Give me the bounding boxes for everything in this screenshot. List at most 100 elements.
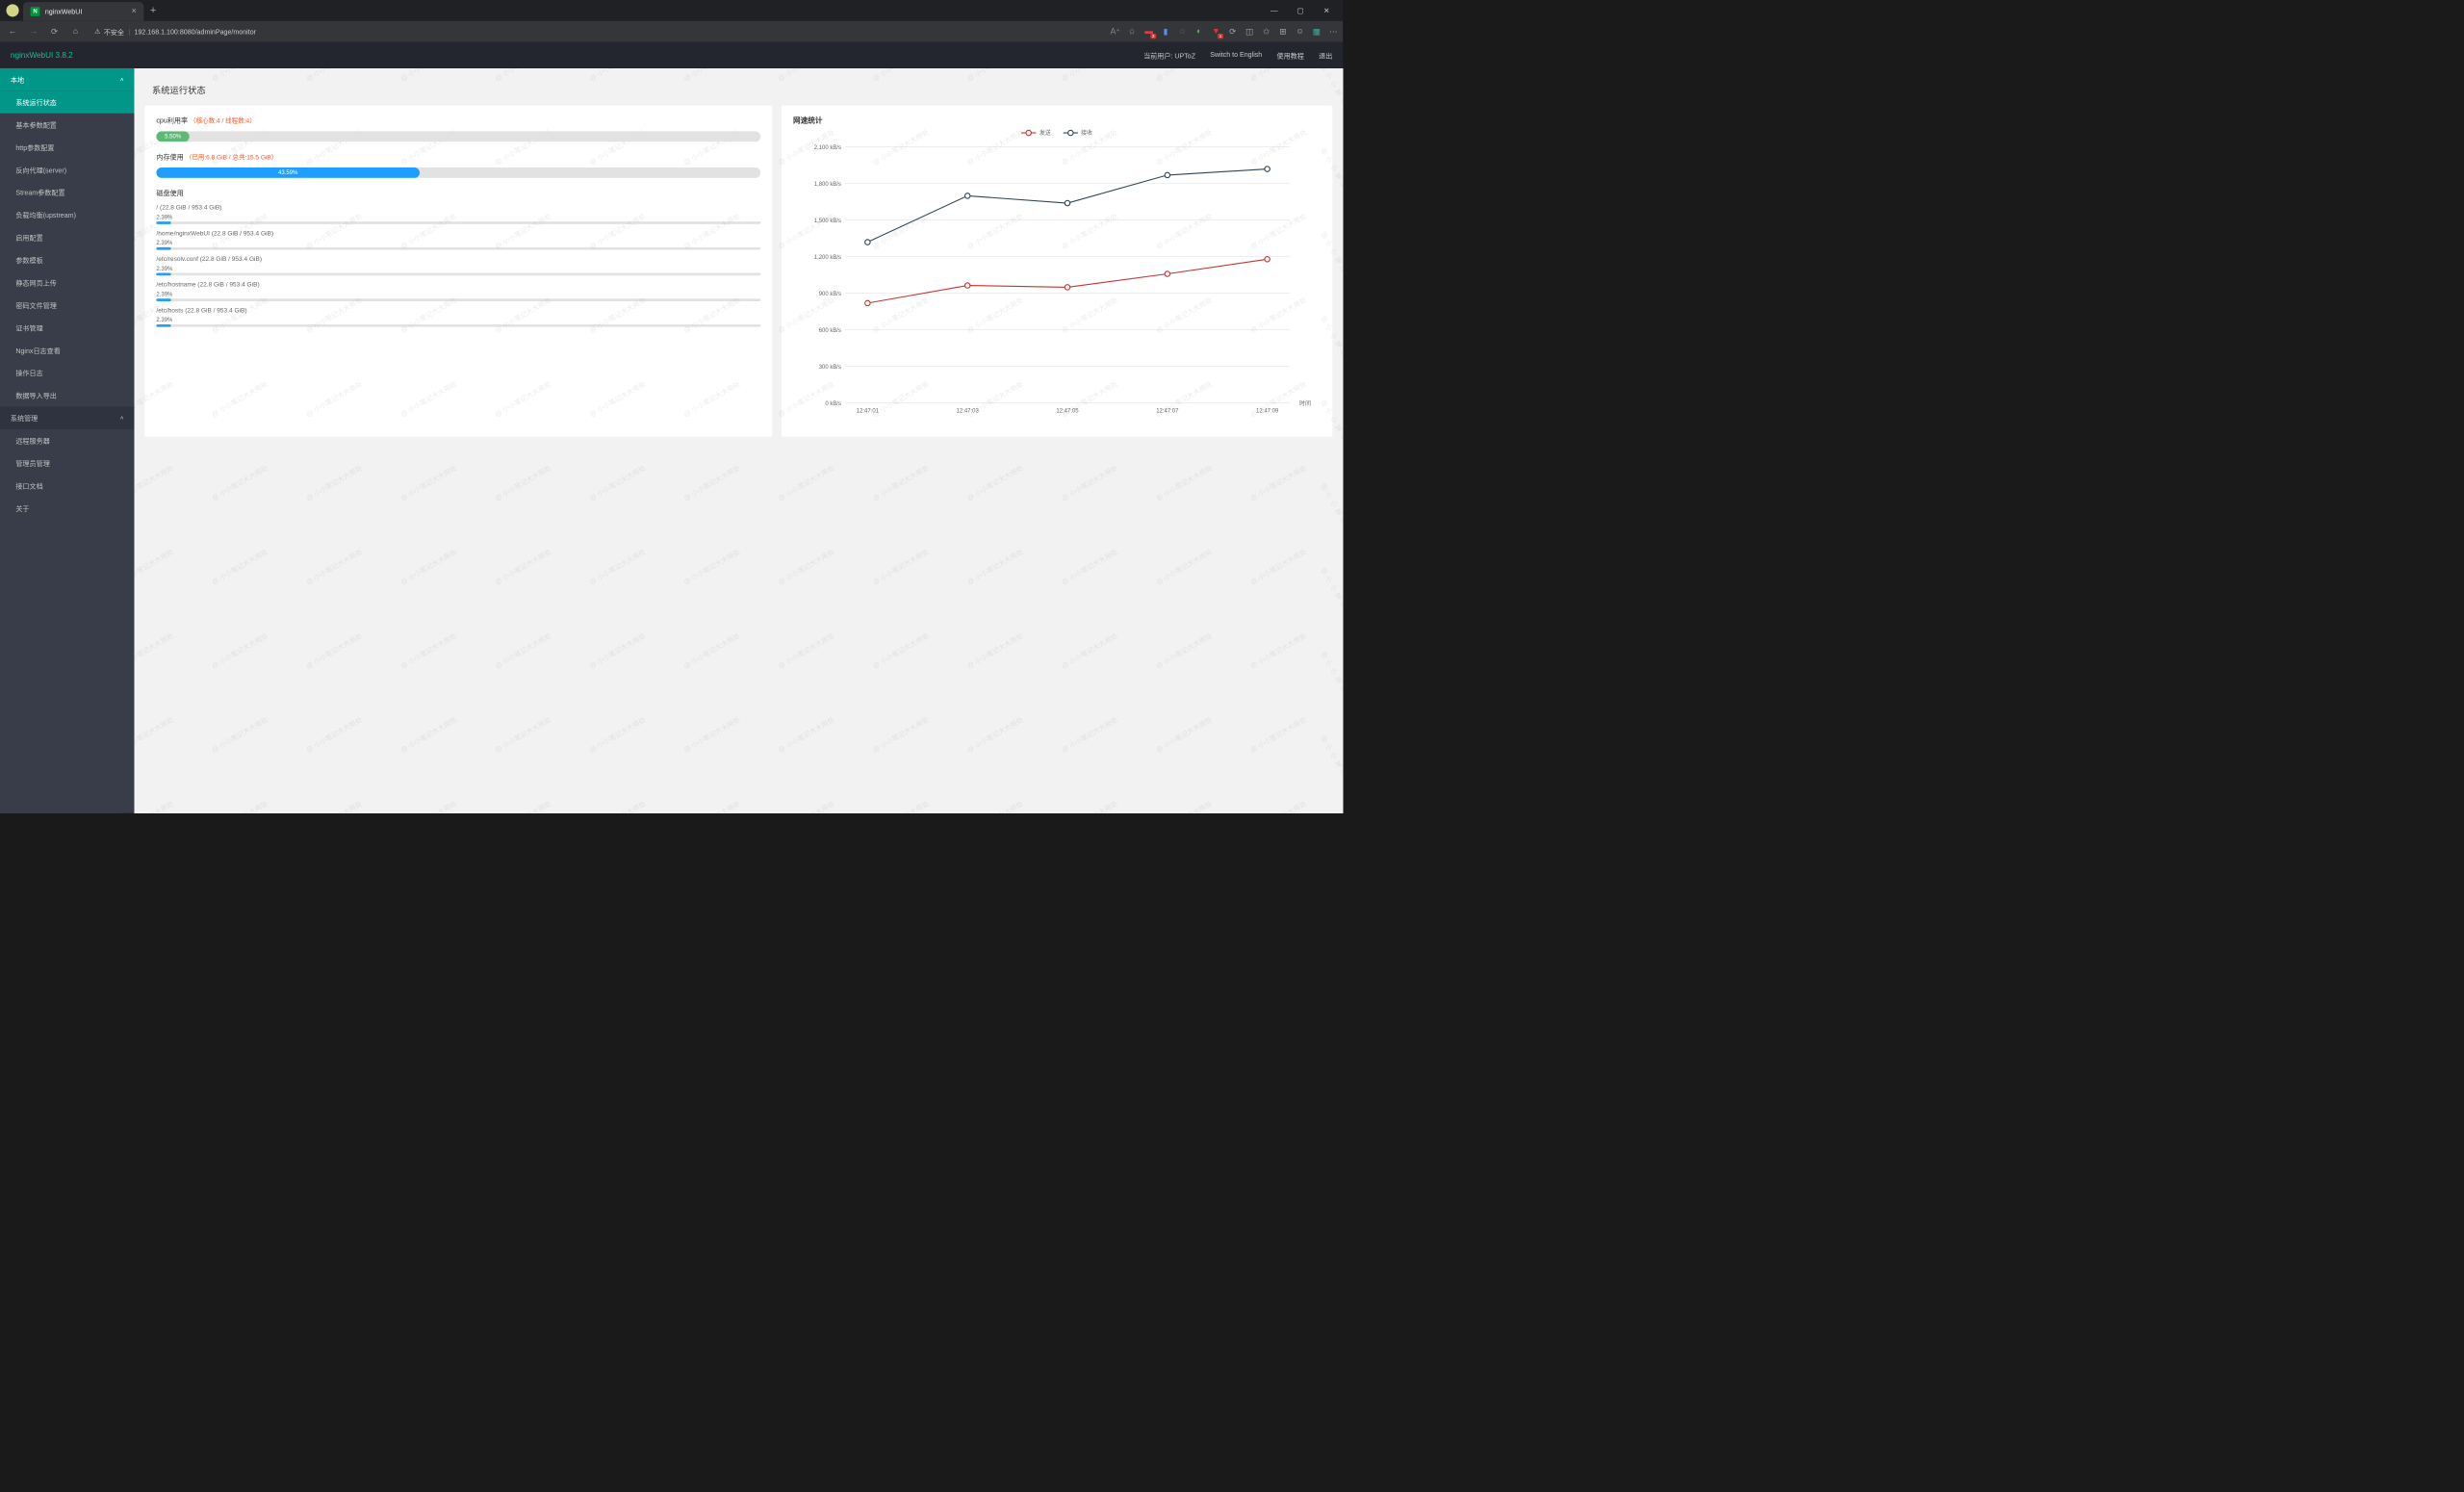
- browser-tab[interactable]: N nginxWebUI ×: [23, 2, 143, 21]
- maximize-button[interactable]: ▢: [1289, 2, 1313, 18]
- sidebar-item[interactable]: 静态网页上传: [0, 271, 135, 294]
- svg-text:2,100 kB/s: 2,100 kB/s: [814, 145, 841, 151]
- system-stats-card: cpu利用率 （核心数:4 / 线程数:4） 5.50% 内存使用 （已用:6.…: [144, 106, 772, 437]
- svg-text:12:47:09: 12:47:09: [1256, 408, 1279, 414]
- url-box[interactable]: ⚠ 不安全 | 192.168.1.100:8080/adminPage/mon…: [89, 24, 1100, 39]
- ext6-icon[interactable]: ⟳: [1227, 26, 1238, 37]
- url-separator: |: [128, 28, 130, 36]
- disk-bar: [156, 324, 760, 327]
- ext7-icon[interactable]: ▦: [1312, 26, 1322, 37]
- sidebar-item[interactable]: 负载均衡(upstream): [0, 203, 135, 225]
- url-text: 192.168.1.100:8080/adminPage/monitor: [135, 28, 256, 36]
- forward-button[interactable]: →: [25, 23, 41, 39]
- disk-item: /etc/hostname (22.8 GiB / 953.4 GiB) 2.3…: [156, 281, 760, 301]
- svg-text:12:47:01: 12:47:01: [857, 408, 880, 414]
- switch-language[interactable]: Switch to English: [1210, 50, 1262, 60]
- disk-bar: [156, 247, 760, 250]
- cpu-pct-text: 5.50%: [165, 133, 181, 140]
- sidebar-item[interactable]: 反向代理(server): [0, 159, 135, 181]
- sidebar: 本地 ˄ 系统运行状态基本参数配置http参数配置反向代理(server)Str…: [0, 68, 135, 813]
- disk-bar: [156, 221, 760, 224]
- refresh-button[interactable]: ⟳: [46, 23, 63, 39]
- disk-item: / (22.8 GiB / 953.4 GiB) 2.39%: [156, 203, 760, 223]
- current-user[interactable]: 当前用户: UPToZ: [1143, 50, 1195, 60]
- chevron-up-icon: ˄: [120, 414, 124, 422]
- ext2-icon[interactable]: ▮: [1161, 26, 1171, 37]
- mem-progress-bar: 43.59%: [156, 167, 760, 178]
- cpu-progress-fill: 5.50%: [156, 131, 190, 141]
- disk-item: /home/nginxWebUI (22.8 GiB / 953.4 GiB) …: [156, 229, 760, 249]
- sidebar-group-system-label: 系统管理: [11, 413, 38, 423]
- legend-send[interactable]: 发送: [1021, 129, 1051, 138]
- ext3-icon[interactable]: ◌: [1177, 26, 1188, 37]
- sidebar-item[interactable]: 系统运行状态: [0, 90, 135, 113]
- disk-pct: 2.39%: [156, 266, 760, 272]
- sidebar-group-system[interactable]: 系统管理 ˄: [0, 406, 135, 428]
- tutorial-link[interactable]: 使用教程: [1277, 50, 1304, 60]
- sidebar-item[interactable]: 管理员管理: [0, 451, 135, 474]
- reader-icon[interactable]: A⁺: [1110, 26, 1120, 37]
- favorites-icon[interactable]: ✩: [1261, 26, 1271, 37]
- favicon-icon: N: [31, 7, 40, 16]
- sidebar-item[interactable]: 密码文件管理: [0, 294, 135, 316]
- security-warning: ⚠ 不安全: [94, 27, 124, 37]
- star-icon[interactable]: ☆: [1127, 26, 1138, 37]
- cpu-label-text: cpu利用率: [156, 116, 188, 124]
- mem-pct-text: 43.59%: [278, 169, 297, 176]
- sidebar-item[interactable]: Stream参数配置: [0, 181, 135, 203]
- page-title: 系统运行状态: [144, 79, 1332, 106]
- warning-icon: ⚠: [94, 27, 100, 36]
- cards-row: cpu利用率 （核心数:4 / 线程数:4） 5.50% 内存使用 （已用:6.…: [144, 106, 1332, 437]
- sidebar-item[interactable]: 接口文档: [0, 475, 135, 497]
- sidebar-item[interactable]: http参数配置: [0, 136, 135, 158]
- mem-progress-fill: 43.59%: [156, 167, 420, 178]
- home-button[interactable]: ⌂: [67, 23, 84, 39]
- profile-icon[interactable]: ☺: [1295, 26, 1305, 37]
- ext1-icon[interactable]: ▬3: [1143, 26, 1154, 37]
- cpu-metric: cpu利用率 （核心数:4 / 线程数:4） 5.50%: [156, 115, 760, 141]
- sidebar-item[interactable]: 操作日志: [0, 362, 135, 384]
- sidebar-item[interactable]: Nginx日志查看: [0, 339, 135, 361]
- sidebar-group-local[interactable]: 本地 ˄: [0, 68, 135, 90]
- legend-recv[interactable]: 接收: [1063, 129, 1092, 138]
- sidebar-item[interactable]: 基本参数配置: [0, 114, 135, 136]
- network-chart-card: 网速统计 发送 接收 0 kB/s300 kB/s600 kB/s900 kB/…: [782, 106, 1332, 437]
- disk-list: / (22.8 GiB / 953.4 GiB) 2.39% /home/ngi…: [156, 203, 760, 326]
- logout-link[interactable]: 退出: [1319, 50, 1332, 60]
- cpu-progress-bar: 5.50%: [156, 131, 760, 141]
- app-header: nginxWebUI 3.8.2 当前用户: UPToZ Switch to E…: [0, 42, 1343, 68]
- chart-legend: 发送 接收: [793, 129, 1321, 138]
- extension-icons: A⁺ ☆ ▬3 ▮ ◌ ◐ ▼1 ⟳ ◫ ✩ ⊞ ☺ ▦ ⋯: [1110, 26, 1339, 37]
- sidebar-icon[interactable]: ◫: [1245, 26, 1255, 37]
- disk-bar: [156, 272, 760, 275]
- cpu-sub-text: （核心数:4 / 线程数:4）: [190, 117, 256, 125]
- tab-strip: N nginxWebUI × +: [0, 0, 1262, 21]
- svg-text:12:47:05: 12:47:05: [1056, 408, 1079, 414]
- disk-pct: 2.39%: [156, 214, 760, 220]
- close-icon[interactable]: ×: [132, 7, 137, 16]
- disk-path: /etc/hosts (22.8 GiB / 953.4 GiB): [156, 306, 760, 314]
- disk-pct: 2.39%: [156, 291, 760, 297]
- close-window-button[interactable]: ✕: [1315, 2, 1339, 18]
- svg-text:12:47:07: 12:47:07: [1156, 408, 1179, 414]
- back-button[interactable]: ←: [4, 23, 20, 39]
- chart-title: 网速统计: [793, 115, 1321, 125]
- minimize-button[interactable]: —: [1262, 2, 1286, 18]
- sidebar-item[interactable]: 数据导入导出: [0, 384, 135, 406]
- sidebar-item[interactable]: 关于: [0, 497, 135, 519]
- new-tab-button[interactable]: +: [150, 5, 156, 17]
- disk-path: /home/nginxWebUI (22.8 GiB / 953.4 GiB): [156, 229, 760, 237]
- sidebar-item[interactable]: 远程服务器: [0, 429, 135, 451]
- collections-icon[interactable]: ⊞: [1278, 26, 1289, 37]
- legend-send-icon: [1021, 132, 1036, 133]
- disk-path: /etc/resolv.conf (22.8 GiB / 953.4 GiB): [156, 255, 760, 263]
- address-bar: ← → ⟳ ⌂ ⚠ 不安全 | 192.168.1.100:8080/admin…: [0, 21, 1343, 42]
- menu-icon[interactable]: ⋯: [1328, 26, 1339, 37]
- mem-label: 内存使用 （已用:6.8 GiB / 总共:15.5 GiB）: [156, 151, 760, 161]
- sidebar-item[interactable]: 参数模板: [0, 248, 135, 270]
- mem-label-text: 内存使用: [156, 153, 183, 161]
- sidebar-item[interactable]: 证书管理: [0, 317, 135, 339]
- sidebar-item[interactable]: 启用配置: [0, 226, 135, 248]
- ext4-icon[interactable]: ◐: [1194, 26, 1204, 37]
- ext5-icon[interactable]: ▼1: [1211, 26, 1221, 37]
